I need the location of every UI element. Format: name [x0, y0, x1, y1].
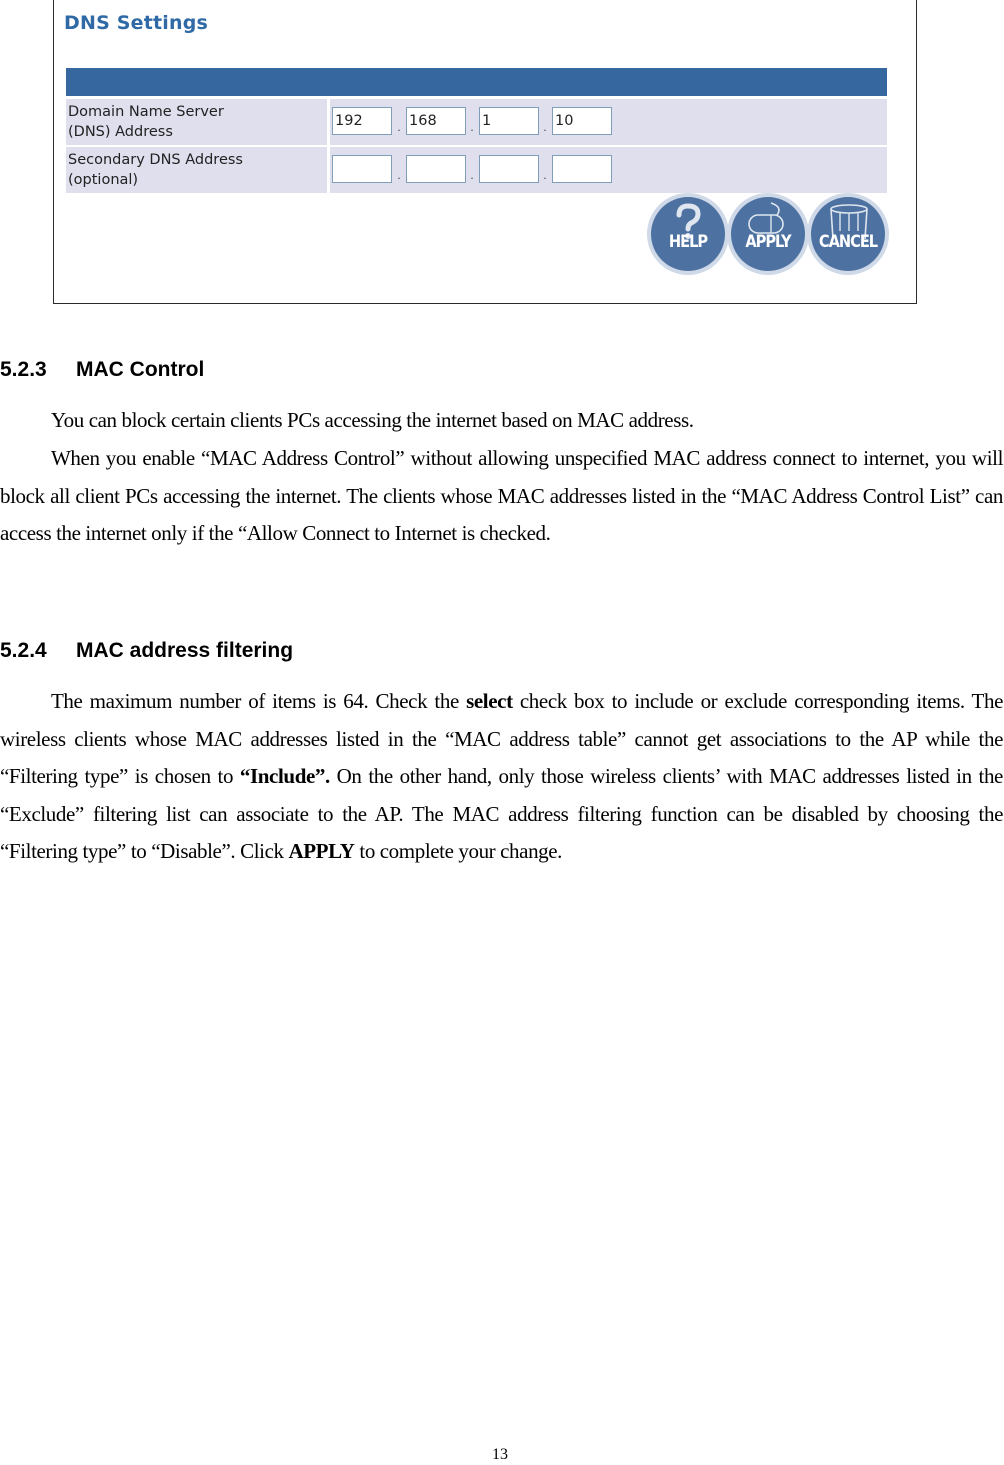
paragraph: You can block certain clients PCs access…: [51, 408, 694, 432]
primary-dns-octet-1[interactable]: [332, 107, 392, 135]
bold-include: “Include”.: [239, 764, 330, 789]
octet-separator: .: [397, 121, 401, 134]
cancel-label: CANCEL: [818, 232, 878, 252]
section-heading-mac-control: 5.2.3 MAC Control: [0, 358, 204, 382]
secondary-dns-octet-4[interactable]: [552, 155, 612, 183]
dns-settings-title: DNS Settings: [64, 12, 209, 34]
label-line: (DNS) Address: [68, 124, 173, 140]
text-run: to complete your change.: [354, 839, 563, 864]
octet-separator: .: [397, 169, 401, 182]
primary-dns-inputs: . . .: [330, 99, 887, 145]
section-number: 5.2.4: [0, 639, 47, 662]
apply-label: APPLY: [745, 232, 791, 252]
label-line: Domain Name Server: [68, 104, 224, 120]
bold-apply: APPLY: [288, 839, 355, 864]
octet-separator: .: [543, 169, 547, 182]
secondary-dns-octet-2[interactable]: [406, 155, 466, 183]
paragraph: The maximum number of items is 64. Check…: [0, 683, 1003, 871]
apply-button[interactable]: APPLY: [731, 197, 805, 271]
primary-dns-octet-2[interactable]: [406, 107, 466, 135]
primary-dns-octet-4[interactable]: [552, 107, 612, 135]
section-heading-mac-filtering: 5.2.4 MAC address filtering: [0, 639, 293, 663]
octet-separator: .: [470, 121, 474, 134]
text-run: The maximum number of items is 64. Check…: [51, 689, 467, 713]
cancel-button[interactable]: CANCEL: [811, 197, 885, 271]
primary-dns-label: Domain Name Server (DNS) Address: [66, 99, 327, 145]
secondary-dns-octet-1[interactable]: [332, 155, 392, 183]
secondary-dns-inputs: . . .: [330, 147, 887, 193]
secondary-dns-octet-3[interactable]: [479, 155, 539, 183]
primary-dns-octet-3[interactable]: [479, 107, 539, 135]
octet-separator: .: [470, 169, 474, 182]
label-line: Secondary DNS Address: [68, 152, 243, 168]
paragraph: When you enable “MAC Address Control” wi…: [0, 446, 1003, 546]
secondary-dns-label: Secondary DNS Address (optional): [66, 147, 327, 193]
secondary-dns-row: Secondary DNS Address (optional) . . .: [66, 147, 887, 193]
table-header-bar: [66, 68, 887, 96]
bold-select: select: [466, 689, 513, 713]
section-title: MAC Control: [76, 358, 205, 381]
section-title: MAC address filtering: [76, 639, 294, 662]
label-line: (optional): [68, 172, 139, 188]
help-button[interactable]: HELP: [651, 197, 725, 271]
section-number: 5.2.3: [0, 358, 47, 381]
dns-settings-screenshot: DNS Settings Domain Name Server (DNS) Ad…: [53, 0, 917, 304]
octet-separator: .: [543, 121, 547, 134]
help-label: HELP: [668, 232, 708, 252]
page-number: 13: [492, 1446, 508, 1463]
primary-dns-row: Domain Name Server (DNS) Address . . .: [66, 99, 887, 145]
